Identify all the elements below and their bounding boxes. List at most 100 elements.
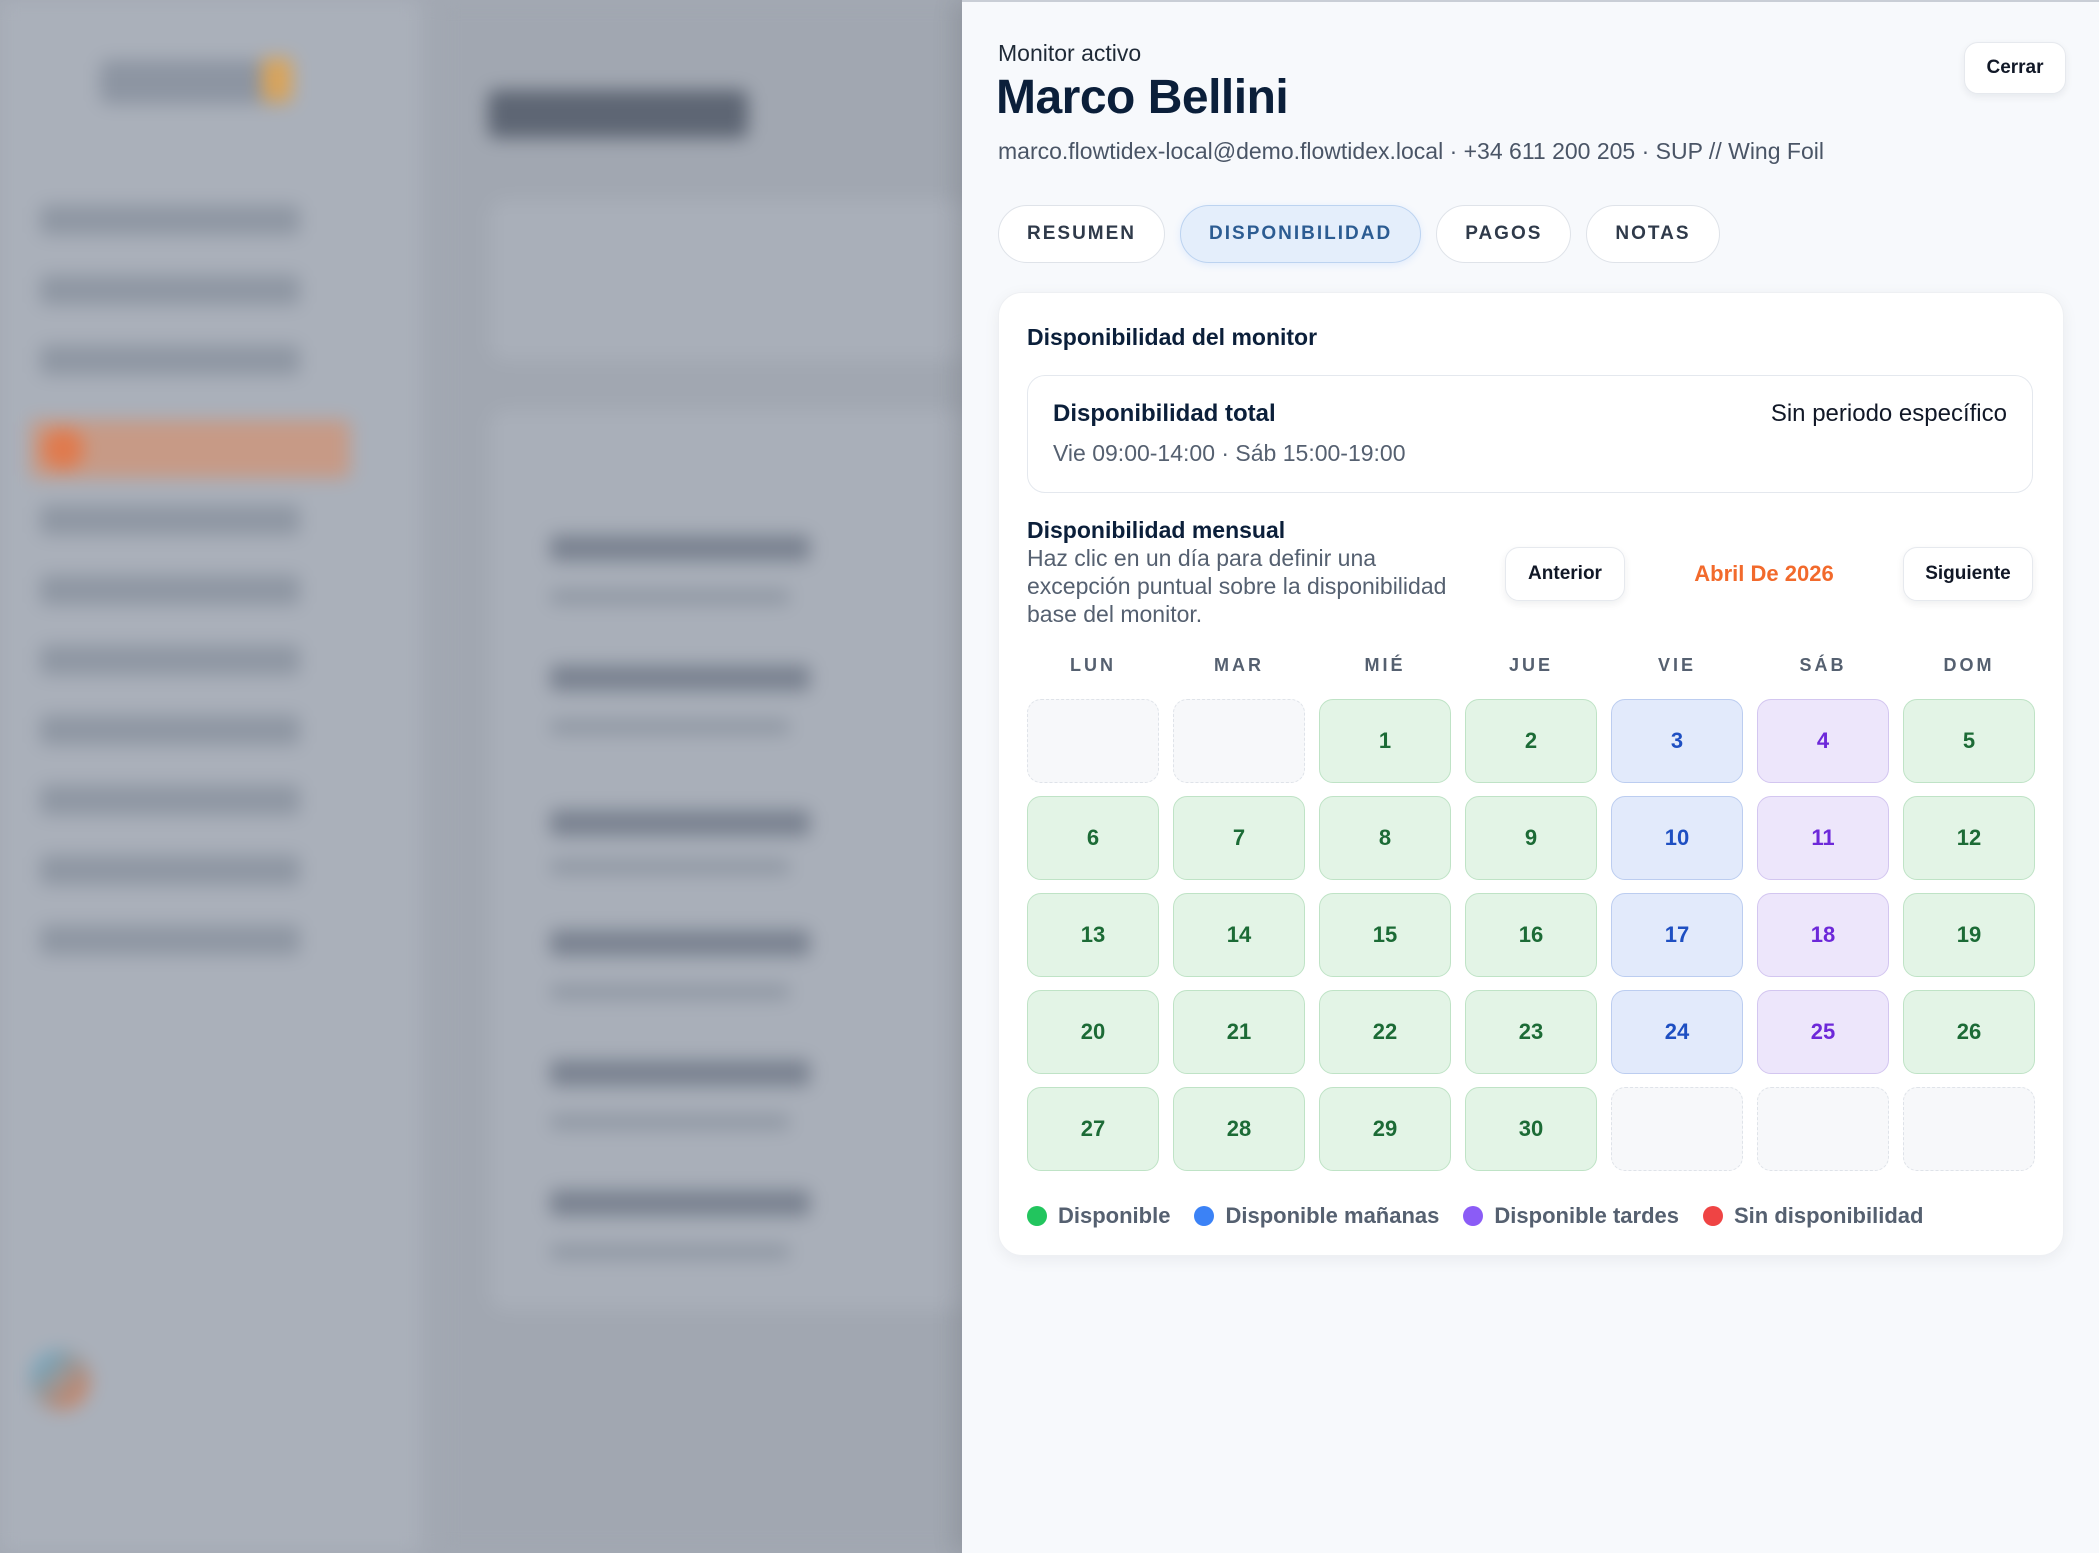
weekday-label: MIÉ [1364,655,1406,675]
legend-label: Disponible [1058,1203,1171,1228]
monitor-drawer: Monitor activo Marco Bellini marco.flowt… [962,0,2099,1553]
legend-item: Sin disponibilidad [1703,1203,1923,1229]
previous-month-button[interactable]: Anterior [1505,547,1625,601]
weekday-header: LUN MAR MIÉ JUE VIE SÁB DOM [1027,655,2035,676]
weekday-label: JUE [1508,655,1553,675]
calendar-day-29[interactable]: 29 [1319,1087,1451,1171]
calendar-empty-cell [1611,1087,1743,1171]
calendar-day-4[interactable]: 4 [1757,699,1889,783]
background-nav-item [40,645,300,675]
background-row-sub [550,860,790,874]
legend-dot-icon [1194,1206,1215,1226]
background-row [550,1190,810,1216]
calendar-day-20[interactable]: 20 [1027,990,1159,1074]
monitor-contact-meta: marco.flowtidex-local@demo.flowtidex.loc… [998,138,1824,164]
weekday-label: MAR [1214,655,1264,675]
calendar-day-30[interactable]: 30 [1465,1087,1597,1171]
legend-label: Disponible tardes [1494,1203,1679,1228]
calendar-day-21[interactable]: 21 [1173,990,1305,1074]
background-row [550,665,810,691]
calendar-day-13[interactable]: 13 [1027,893,1159,977]
drawer-tabs: RESUMEN DISPONIBILIDAD PAGOS NOTAS [998,205,1720,263]
calendar-day-24[interactable]: 24 [1611,990,1743,1074]
total-availability-schedule: Vie 09:00-14:00 · Sáb 15:00-19:00 [1053,440,1406,466]
background-logo-accent [262,58,292,102]
calendar-day-12[interactable]: 12 [1903,796,2035,880]
calendar-day-16[interactable]: 16 [1465,893,1597,977]
close-button[interactable]: Cerrar [1964,42,2066,94]
tab-resumen[interactable]: RESUMEN [998,205,1166,263]
legend-item: Disponible tardes [1463,1203,1679,1229]
tab-notas[interactable]: NOTAS [1586,205,1720,263]
availability-panel: Disponibilidad del monitor Disponibilida… [998,292,2064,1256]
calendar-day-11[interactable]: 11 [1757,796,1889,880]
weekday-label: DOM [1943,655,1995,675]
calendar-day-17[interactable]: 17 [1611,893,1743,977]
background-nav-item [40,785,300,815]
background-nav-item [40,345,300,375]
tab-disponibilidad[interactable]: DISPONIBILIDAD [1180,205,1422,263]
calendar-empty-cell [1757,1087,1889,1171]
background-nav-item [40,715,300,745]
calendar-day-22[interactable]: 22 [1319,990,1451,1074]
legend-item: Disponible mañanas [1194,1203,1439,1229]
monthly-availability-description: Haz clic en un día para definir una exce… [1027,545,1447,627]
calendar-day-19[interactable]: 19 [1903,893,2035,977]
calendar-grid: 1 2 3 4 5 6 7 8 9 10 11 12 13 14 15 16 17 18 19 20 21 22 23 24 2… [1027,699,2035,1171]
monthly-availability-title: Disponibilidad mensual [1027,517,1286,543]
monitor-name: Marco Bellini [996,71,1289,124]
legend-dot-icon [1463,1206,1484,1226]
background-page-title [488,90,748,138]
background-nav-item [40,275,300,305]
background-row [550,810,810,836]
background-nav-item [40,925,300,955]
calendar-day-23[interactable]: 23 [1465,990,1597,1074]
calendar-day-2[interactable]: 2 [1465,699,1597,783]
calendar-day-1[interactable]: 1 [1319,699,1451,783]
calendar-day-7[interactable]: 7 [1173,796,1305,880]
background-row-sub [550,590,790,604]
calendar-empty-cell [1903,1087,2035,1171]
background-row [550,930,810,956]
weekday-label: LUN [1070,655,1116,675]
total-availability-title: Disponibilidad total [1053,400,1276,427]
background-nav-item [40,855,300,885]
availability-title: Disponibilidad del monitor [1027,324,1318,350]
background-user-avatar [30,1350,90,1410]
calendar-day-27[interactable]: 27 [1027,1087,1159,1171]
calendar-day-18[interactable]: 18 [1757,893,1889,977]
calendar-day-6[interactable]: 6 [1027,796,1159,880]
calendar-day-15[interactable]: 15 [1319,893,1451,977]
calendar-empty-cell [1173,699,1305,783]
legend-label: Disponible mañanas [1225,1203,1440,1228]
calendar-day-26[interactable]: 26 [1903,990,2035,1074]
background-row-sub [550,985,790,999]
legend-dot-icon [1703,1206,1723,1226]
background-nav-item [40,205,300,235]
monitor-status-label: Monitor activo [998,40,1142,66]
calendar-day-8[interactable]: 8 [1319,796,1451,880]
tab-pagos[interactable]: PAGOS [1436,205,1572,263]
next-month-button[interactable]: Siguiente [1903,547,2033,601]
availability-legend: Disponible Disponible mañanas Disponible t… [1027,1203,1923,1229]
background-nav-item [40,505,300,535]
calendar-day-3[interactable]: 3 [1611,699,1743,783]
calendar-day-5[interactable]: 5 [1903,699,2035,783]
current-month-label: Abril De 2026 [1694,561,1834,586]
calendar-day-10[interactable]: 10 [1611,796,1743,880]
weekday-label: SÁB [1799,655,1847,675]
background-row-sub [550,720,790,734]
calendar-day-28[interactable]: 28 [1173,1087,1305,1171]
background-row [550,1060,810,1086]
background-nav-item [40,575,300,605]
background-blur-layer [0,0,962,1553]
legend-label: Sin disponibilidad [1734,1203,1924,1228]
background-row-sub [550,1115,790,1129]
calendar-empty-cell [1027,699,1159,783]
legend-dot-icon [1027,1206,1047,1226]
calendar-day-25[interactable]: 25 [1757,990,1889,1074]
calendar-day-14[interactable]: 14 [1173,893,1305,977]
total-availability-card: Disponibilidad total Sin periodo específ… [1027,375,2033,493]
background-row-sub [550,1245,790,1259]
calendar-day-9[interactable]: 9 [1465,796,1597,880]
